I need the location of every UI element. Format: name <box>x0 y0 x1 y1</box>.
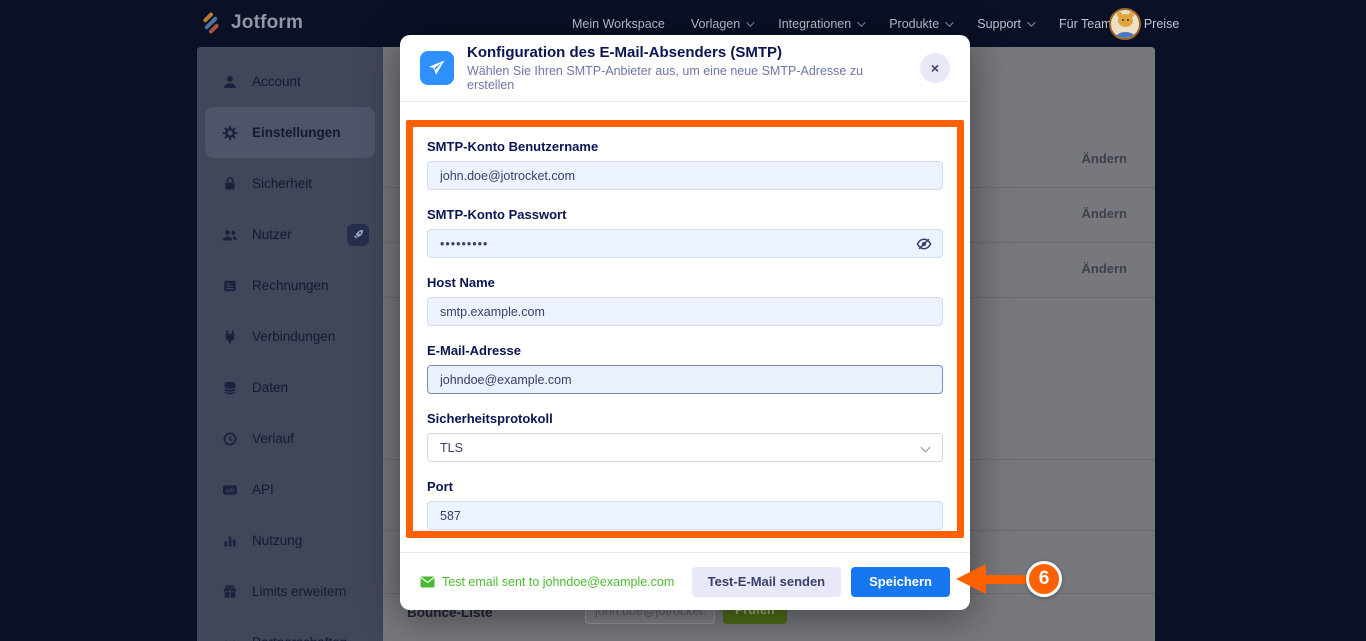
invoice-icon <box>221 277 238 294</box>
sidebar-item-label: Nutzung <box>252 533 303 548</box>
step-number-badge: 6 <box>1026 561 1062 597</box>
modal-subtitle: Wählen Sie Ihren SMTP-Anbieter aus, um e… <box>467 64 864 92</box>
chevron-down-icon <box>945 17 954 27</box>
sidebar-item-daten[interactable]: Daten <box>197 362 383 413</box>
smtp-username-label: SMTP-Konto Benutzername <box>427 139 599 154</box>
sidebar-item-verbindungen[interactable]: Verbindungen <box>197 311 383 362</box>
crown-icon <box>221 634 238 641</box>
nav-link-support[interactable]: Support <box>977 17 1036 31</box>
lock-icon <box>221 175 238 192</box>
sidebar-item-label: Verbindungen <box>252 329 336 344</box>
security-protocol-select[interactable]: TLS <box>427 433 943 462</box>
sidebar-item-account[interactable]: Account <box>197 56 383 107</box>
gear-icon <box>221 124 238 141</box>
sidebar-item-rechnungen[interactable]: Rechnungen <box>197 260 383 311</box>
users-icon <box>221 226 238 243</box>
change-link[interactable]: Ändern <box>1082 151 1128 166</box>
sidebar-item-einstellungen[interactable]: Einstellungen <box>205 107 375 158</box>
nav-link-vorlagen[interactable]: Vorlagen <box>691 17 755 31</box>
chevron-down-icon <box>920 442 931 453</box>
host-name-label: Host Name <box>427 275 495 290</box>
sidebar-item-label: Verlauf <box>252 431 295 446</box>
sidebar-item-api[interactable]: API API <box>197 464 383 515</box>
user-icon <box>221 73 238 90</box>
sidebar-item-label: Rechnungen <box>252 278 329 293</box>
chevron-down-icon <box>746 17 755 27</box>
jotform-logo[interactable]: Jotform <box>200 11 304 35</box>
user-avatar[interactable] <box>1109 8 1141 40</box>
sidebar-item-label: Nutzer <box>252 227 292 242</box>
sidebar-item-label: Einstellungen <box>252 125 341 140</box>
smtp-password-label: SMTP-Konto Passwort <box>427 207 567 222</box>
sidebar-item-label: API <box>252 482 274 497</box>
security-protocol-value: TLS <box>440 440 463 455</box>
change-link[interactable]: Ändern <box>1082 261 1128 276</box>
nav-link-produkte[interactable]: Produkte <box>889 17 954 31</box>
smtp-password-input[interactable] <box>427 229 943 258</box>
sidebar-item-limits-erweitern[interactable]: Limits erweitern <box>197 566 383 617</box>
sidebar-item-nutzung[interactable]: Nutzung <box>197 515 383 566</box>
nav-link-mein-workspace[interactable]: Mein Workspace <box>572 17 665 31</box>
port-input[interactable] <box>427 501 943 530</box>
modal-header: Konfiguration des E-Mail-Absenders (SMTP… <box>400 35 970 102</box>
jotform-logo-text: Jotform <box>231 12 304 33</box>
api-icon: API <box>221 481 238 498</box>
smtp-username-input[interactable] <box>427 161 943 190</box>
port-label: Port <box>427 479 453 494</box>
sidebar-item-label: Limits erweitern <box>252 584 347 599</box>
host-name-input[interactable] <box>427 297 943 326</box>
chevron-down-icon <box>1027 17 1036 27</box>
settings-sidebar: Account Einstellungen Sicherheit Nutzer Rech… <box>197 47 383 641</box>
email-address-label: E-Mail-Adresse <box>427 343 521 358</box>
chart-icon <box>221 532 238 549</box>
email-address-input[interactable] <box>427 365 943 394</box>
smtp-config-modal: Konfiguration des E-Mail-Absenders (SMTP… <box>400 35 970 610</box>
send-test-email-button[interactable]: Test-E-Mail senden <box>691 566 842 597</box>
close-icon[interactable]: × <box>920 53 950 83</box>
paper-plane-icon <box>420 51 454 85</box>
arrow-left-icon <box>956 564 986 594</box>
modal-footer: Test email sent to johndoe@example.com T… <box>400 552 970 610</box>
sidebar-item-label: Account <box>252 74 301 89</box>
security-protocol-label: Sicherheitsprotokoll <box>427 411 553 426</box>
sidebar-item-label: Partnerschaften <box>252 635 347 641</box>
eye-off-icon[interactable] <box>916 235 934 253</box>
rocket-icon <box>347 223 369 246</box>
nav-link-preise[interactable]: Preise <box>1144 17 1179 31</box>
modal-title: Konfiguration des E-Mail-Absenders (SMTP… <box>467 44 783 61</box>
plug-icon <box>221 328 238 345</box>
sidebar-item-label: Daten <box>252 380 289 395</box>
save-button[interactable]: Speichern <box>851 566 950 597</box>
sidebar-item-sicherheit[interactable]: Sicherheit <box>197 158 383 209</box>
sidebar-item-label: Sicherheit <box>252 176 313 191</box>
step-annotation: 6 <box>956 561 1062 597</box>
svg-text:API: API <box>225 488 234 494</box>
jotform-logo-icon <box>195 7 226 38</box>
change-link[interactable]: Ändern <box>1082 206 1128 221</box>
test-email-status: Test email sent to johndoe@example.com <box>420 575 674 589</box>
sidebar-item-nutzer[interactable]: Nutzer <box>197 209 383 260</box>
gift-icon <box>221 583 238 600</box>
chevron-down-icon <box>857 17 866 27</box>
envelope-icon <box>420 576 435 587</box>
sidebar-item-partnerschaften[interactable]: Partnerschaften <box>197 617 383 641</box>
history-icon <box>221 430 238 447</box>
sidebar-item-verlauf[interactable]: Verlauf <box>197 413 383 464</box>
highlight-annotation-box: SMTP-Konto Benutzername SMTP-Konto Passw… <box>406 120 964 538</box>
nav-link-integrationen[interactable]: Integrationen <box>778 17 866 31</box>
database-icon <box>221 379 238 396</box>
